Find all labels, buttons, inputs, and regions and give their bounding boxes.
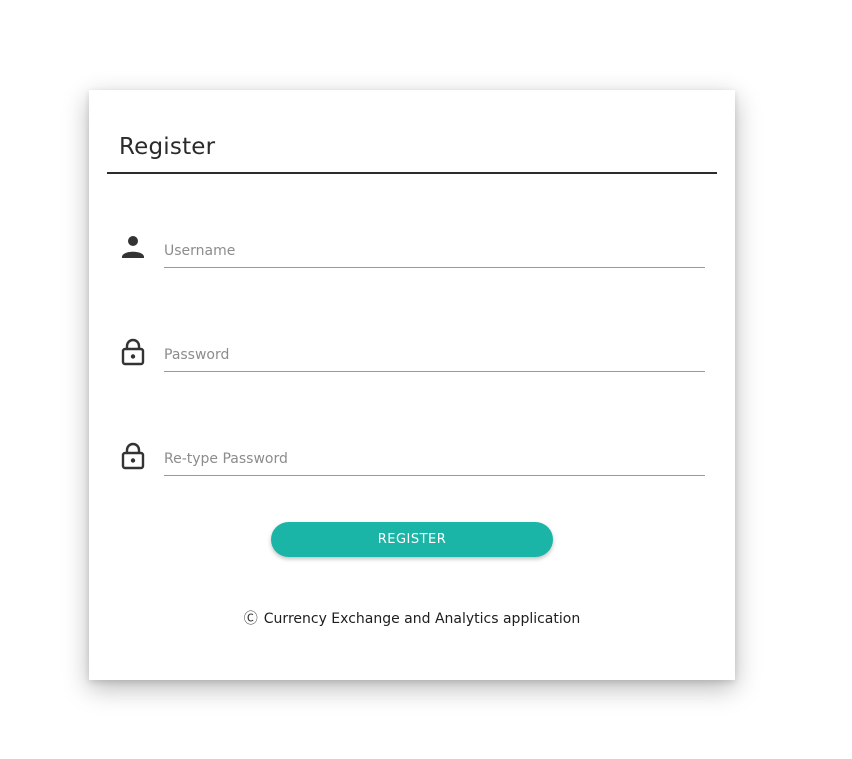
copyright-icon: Ⓒ: [243, 611, 258, 627]
title-divider: [107, 172, 717, 174]
register-button[interactable]: REGISTER: [271, 522, 553, 557]
username-input[interactable]: [164, 234, 705, 268]
username-field-group: [115, 234, 705, 274]
retype-password-input[interactable]: [164, 442, 705, 476]
password-input[interactable]: [164, 338, 705, 372]
footer-text: Currency Exchange and Analytics applicat…: [263, 611, 581, 627]
retype-password-field-group: [115, 442, 705, 482]
lock-icon: [121, 442, 145, 470]
register-card: Register REGIS: [89, 90, 735, 680]
person-icon: [121, 234, 145, 262]
page-title: Register: [119, 134, 216, 160]
footer: Ⓒ Currency Exchange and Analytics applica…: [89, 608, 735, 628]
lock-icon: [121, 338, 145, 366]
password-field-group: [115, 338, 705, 378]
